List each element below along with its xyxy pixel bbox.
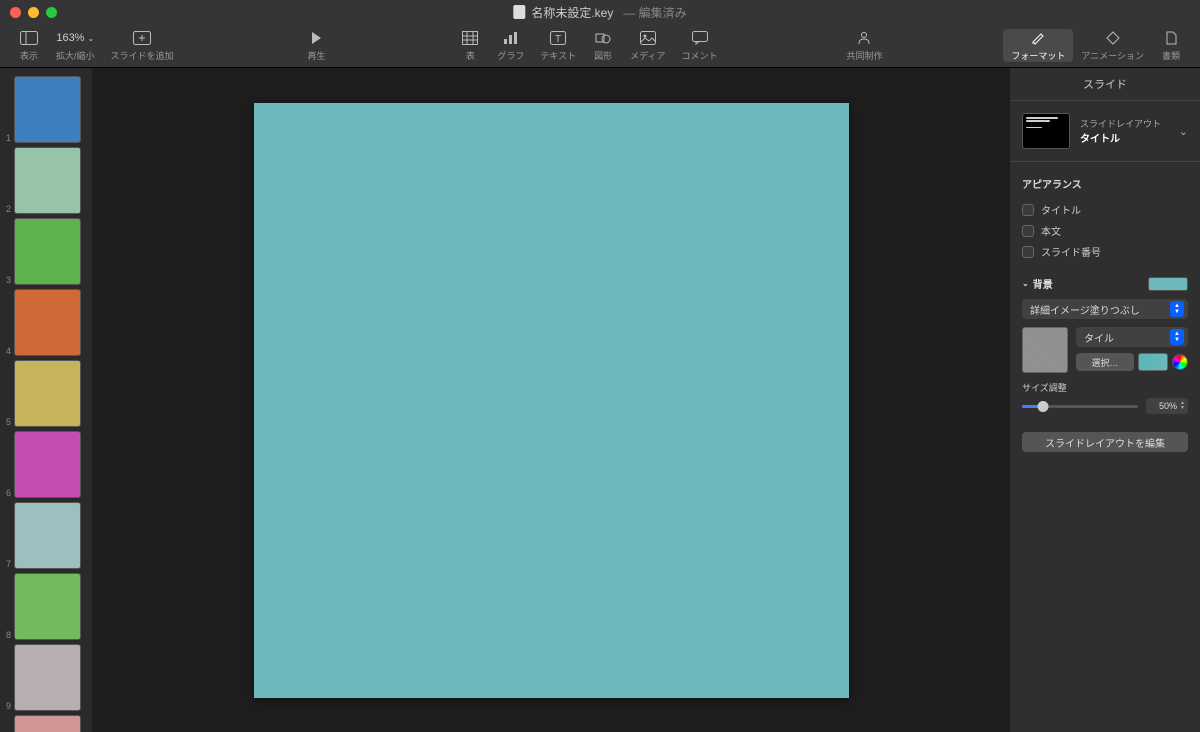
appearance-section-title: アピアランス bbox=[1022, 176, 1188, 191]
document-status: — 編集済み bbox=[623, 4, 686, 21]
slide-thumbnail[interactable]: 9 bbox=[0, 642, 92, 713]
appearance-body-checkbox[interactable]: 本文 bbox=[1022, 220, 1188, 241]
thumb-preview bbox=[14, 76, 81, 143]
close-window-button[interactable] bbox=[10, 7, 21, 18]
people-icon bbox=[853, 29, 875, 47]
text-button[interactable]: T テキスト bbox=[532, 29, 584, 62]
size-slider[interactable] bbox=[1022, 399, 1138, 413]
shape-icon bbox=[592, 29, 614, 47]
zoom-selector[interactable]: 163%⌄ 拡大/縮小 bbox=[48, 29, 103, 62]
thumb-preview bbox=[14, 147, 81, 214]
document-inspector-button[interactable]: 書類 bbox=[1152, 29, 1190, 62]
media-button[interactable]: メディア bbox=[622, 29, 673, 62]
edit-slide-layout-button[interactable]: スライドレイアウトを編集 bbox=[1022, 432, 1188, 452]
comment-icon bbox=[689, 29, 711, 47]
slide-number: 3 bbox=[3, 275, 11, 285]
chevron-down-icon: ⌄ bbox=[1179, 125, 1188, 138]
slide-number: 7 bbox=[3, 559, 11, 569]
play-button[interactable]: 再生 bbox=[294, 29, 338, 62]
thumb-preview bbox=[14, 218, 81, 285]
zoom-value: 163%⌄ bbox=[64, 29, 86, 47]
background-section-toggle[interactable]: ⌄背景 bbox=[1022, 276, 1053, 291]
table-icon bbox=[459, 29, 481, 47]
comment-button[interactable]: コメント bbox=[674, 29, 726, 62]
slide-thumbnail[interactable] bbox=[0, 713, 92, 732]
minimize-window-button[interactable] bbox=[28, 7, 39, 18]
thumb-preview bbox=[14, 644, 81, 711]
slide-number: 4 bbox=[3, 346, 11, 356]
inspector-header: スライド bbox=[1010, 68, 1200, 101]
fill-type-select[interactable]: 詳細イメージ塗りつぶし ▲▼ bbox=[1022, 299, 1188, 319]
format-inspector-button[interactable]: フォーマット bbox=[1003, 29, 1073, 62]
layout-caption: スライドレイアウト bbox=[1080, 117, 1169, 130]
window-title: 名称未設定.key — 編集済み bbox=[513, 4, 686, 21]
fullscreen-window-button[interactable] bbox=[46, 7, 57, 18]
thumb-preview bbox=[14, 289, 81, 356]
slide-number: 1 bbox=[3, 133, 11, 143]
shape-button[interactable]: 図形 bbox=[584, 29, 622, 62]
size-adjust-label: サイズ調整 bbox=[1022, 381, 1188, 394]
document-icon bbox=[513, 5, 525, 19]
layout-thumb bbox=[1022, 113, 1070, 149]
doc-icon bbox=[1160, 29, 1182, 47]
appearance-title-checkbox[interactable]: タイトル bbox=[1022, 199, 1188, 220]
diamond-icon bbox=[1102, 29, 1124, 47]
color-picker-icon[interactable] bbox=[1172, 354, 1188, 370]
slide-layout-selector[interactable]: スライドレイアウト タイトル ⌄ bbox=[1010, 101, 1200, 162]
size-value-stepper[interactable]: 50% ▲▼ bbox=[1146, 398, 1188, 414]
slide-thumbnail[interactable]: 4 bbox=[0, 287, 92, 358]
thumb-preview bbox=[14, 573, 81, 640]
image-scale-select[interactable]: タイル ▲▼ bbox=[1076, 327, 1188, 347]
chart-button[interactable]: グラフ bbox=[489, 29, 532, 62]
slide-thumbnail[interactable]: 1 bbox=[0, 74, 92, 145]
filename[interactable]: 名称未設定.key bbox=[531, 4, 613, 21]
title-bar: 名称未設定.key — 編集済み bbox=[0, 0, 1200, 24]
window-controls bbox=[0, 7, 57, 18]
texture-thumbnail[interactable] bbox=[1022, 327, 1068, 373]
slide-thumbnail[interactable]: 5 bbox=[0, 358, 92, 429]
slide-thumbnail[interactable]: 8 bbox=[0, 571, 92, 642]
collaborate-button[interactable]: 共同制作 bbox=[838, 29, 890, 62]
layout-name: タイトル bbox=[1080, 130, 1169, 145]
stepper-arrows-icon: ▲▼ bbox=[1180, 401, 1185, 411]
disclosure-down-icon: ⌄ bbox=[1022, 279, 1029, 288]
thumb-preview bbox=[14, 431, 81, 498]
thumb-preview bbox=[14, 502, 81, 569]
table-button[interactable]: 表 bbox=[451, 29, 489, 62]
tint-color-well[interactable] bbox=[1138, 353, 1168, 371]
brush-icon bbox=[1027, 29, 1049, 47]
slide-thumbnail[interactable]: 3 bbox=[0, 216, 92, 287]
slide-thumbnail[interactable]: 7 bbox=[0, 500, 92, 571]
thumb-preview bbox=[14, 360, 81, 427]
select-arrows-icon: ▲▼ bbox=[1170, 329, 1184, 345]
text-icon: T bbox=[547, 29, 569, 47]
select-arrows-icon: ▲▼ bbox=[1170, 301, 1184, 317]
slide-number: 5 bbox=[3, 417, 11, 427]
sidebar-icon bbox=[18, 29, 40, 47]
slide-navigator[interactable]: 1 2 3 4 5 6 7 8 9 bbox=[0, 68, 92, 732]
add-slide-button[interactable]: スライドを追加 bbox=[103, 29, 182, 62]
plus-slide-icon bbox=[131, 29, 153, 47]
media-icon bbox=[637, 29, 659, 47]
background-color-swatch[interactable] bbox=[1148, 277, 1188, 291]
chart-icon bbox=[500, 29, 522, 47]
slide-canvas-area[interactable] bbox=[92, 68, 1010, 732]
slide-number: 9 bbox=[3, 701, 11, 711]
play-icon bbox=[305, 29, 327, 47]
choose-image-button[interactable]: 選択… bbox=[1076, 353, 1134, 371]
slide-number: 2 bbox=[3, 204, 11, 214]
slide-thumbnail[interactable]: 6 bbox=[0, 429, 92, 500]
svg-text:T: T bbox=[555, 34, 561, 45]
view-button[interactable]: 表示 bbox=[10, 29, 48, 62]
slide-canvas[interactable] bbox=[254, 103, 849, 698]
thumb-preview bbox=[14, 715, 81, 732]
slide-number: 6 bbox=[3, 488, 11, 498]
inspector-panel: スライド スライドレイアウト タイトル ⌄ アピアランス タイトル 本文 スライ… bbox=[1010, 68, 1200, 732]
slide-number: 8 bbox=[3, 630, 11, 640]
slide-thumbnail[interactable]: 2 bbox=[0, 145, 92, 216]
appearance-slidenum-checkbox[interactable]: スライド番号 bbox=[1022, 241, 1188, 262]
toolbar: 表示 163%⌄ 拡大/縮小 スライドを追加 再生 表 グラフ T テキスト 図… bbox=[0, 24, 1200, 68]
animate-inspector-button[interactable]: アニメーション bbox=[1073, 29, 1152, 62]
